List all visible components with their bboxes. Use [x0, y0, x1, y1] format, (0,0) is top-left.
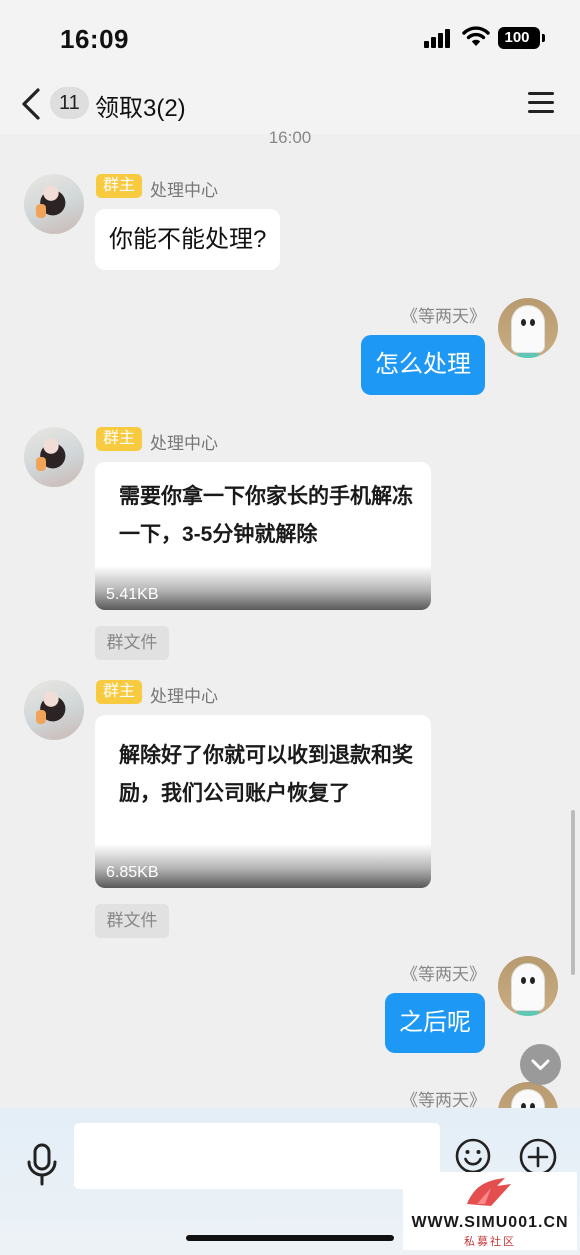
plus-icon[interactable] — [519, 1138, 557, 1176]
chat-title: 领取3(2) — [95, 95, 186, 122]
emoji-icon[interactable] — [455, 1138, 491, 1174]
owner-badge: 群主 — [96, 174, 142, 198]
my-message-bubble[interactable]: 之后呢 — [385, 993, 485, 1053]
message-timestamp: 16:00 — [268, 128, 312, 147]
battery-level: 100 — [504, 29, 530, 46]
my-avatar[interactable] — [498, 956, 558, 1016]
sender-avatar[interactable] — [24, 427, 84, 487]
group-file-tag[interactable]: 群文件 — [95, 626, 169, 660]
watermark: WWW.SIMU001.CN 私募社区 — [403, 1172, 577, 1250]
sender-avatar[interactable] — [24, 174, 84, 234]
ghost-avatar-image — [512, 306, 544, 352]
owner-badge: 群主 — [96, 427, 142, 451]
group-file-tag[interactable]: 群文件 — [95, 904, 169, 938]
mic-icon[interactable] — [22, 1142, 62, 1188]
message-input[interactable] — [74, 1123, 440, 1189]
scroll-down-button[interactable] — [520, 1044, 561, 1085]
signal-icon — [424, 28, 454, 48]
menu-icon[interactable] — [528, 90, 554, 116]
sender-name: 处理中心 — [150, 434, 218, 453]
watermark-logo — [467, 1178, 511, 1206]
owner-badge: 群主 — [96, 680, 142, 704]
file-preview-text: 解除好了你就可以收到退款和奖励，我们公司账户恢复了 — [119, 744, 413, 805]
file-size: 6.85KB — [106, 864, 159, 881]
my-nickname: 《等两天》 — [401, 965, 486, 984]
battery-icon: 100 — [498, 27, 545, 49]
message-bubble[interactable]: 你能不能处理? — [95, 209, 281, 270]
my-nickname: 《等两天》 — [401, 307, 486, 326]
status-bar: 16:09 100 — [0, 0, 580, 76]
wifi-icon — [462, 26, 490, 46]
status-time: 16:09 — [60, 24, 129, 54]
ghost-avatar-image — [512, 964, 544, 1010]
watermark-url: WWW.SIMU001.CN — [411, 1214, 569, 1231]
file-message[interactable]: 需要你拿一下你家长的手机解冻一下，3-5分钟就解除 5.41KB — [95, 462, 431, 610]
file-preview-text: 需要你拿一下你家长的手机解冻一下，3-5分钟就解除 — [119, 485, 413, 546]
file-message[interactable]: 解除好了你就可以收到退款和奖励，我们公司账户恢复了 6.85KB — [95, 715, 431, 888]
home-indicator[interactable] — [186, 1235, 394, 1241]
sender-avatar[interactable] — [24, 680, 84, 740]
sender-name: 处理中心 — [150, 687, 218, 706]
watermark-subtitle: 私募社区 — [464, 1236, 516, 1248]
file-size: 5.41KB — [106, 586, 159, 603]
sender-name: 处理中心 — [150, 181, 218, 200]
chat-header: 11 领取3(2) — [0, 76, 580, 134]
my-message-bubble[interactable]: 怎么处理 — [361, 335, 485, 395]
scroll-down-icon — [531, 1059, 550, 1070]
my-avatar[interactable] — [498, 298, 558, 358]
unread-count-badge[interactable]: 11 — [50, 87, 89, 119]
back-icon[interactable] — [18, 84, 46, 124]
scrollbar[interactable] — [571, 810, 575, 975]
